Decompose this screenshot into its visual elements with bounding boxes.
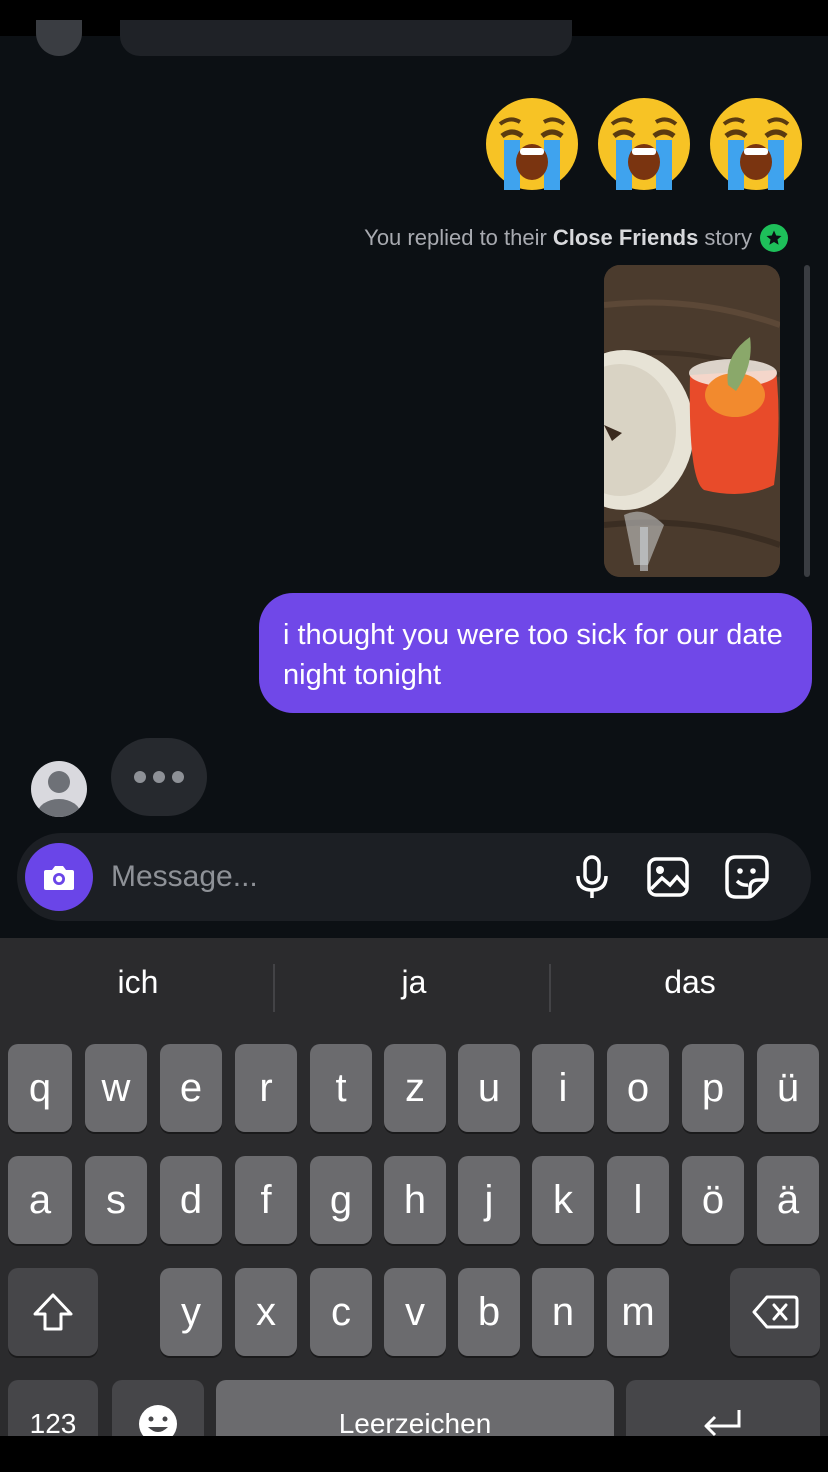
- message-composer: [17, 833, 811, 921]
- sticker-icon[interactable]: [723, 853, 771, 901]
- backspace-icon: [752, 1295, 799, 1329]
- microphone-icon[interactable]: [568, 853, 616, 901]
- key-u-umlaut[interactable]: ü: [757, 1044, 819, 1132]
- shift-key[interactable]: [8, 1268, 98, 1356]
- key-r[interactable]: r: [235, 1044, 297, 1132]
- key-l[interactable]: l: [607, 1156, 669, 1244]
- key-x[interactable]: x: [235, 1268, 297, 1356]
- story-reply-note: You replied to their Close Friends story: [364, 224, 788, 252]
- suggestion-3[interactable]: das: [552, 964, 828, 1001]
- suggestion-divider: [549, 964, 551, 1012]
- key-k[interactable]: k: [532, 1156, 594, 1244]
- key-j[interactable]: j: [458, 1156, 520, 1244]
- emoji-message[interactable]: [484, 96, 804, 192]
- suggestion-divider: [273, 964, 275, 1012]
- suggestion-bar: ich ja das: [0, 938, 828, 1038]
- typing-indicator: [111, 738, 207, 816]
- key-p[interactable]: p: [682, 1044, 744, 1132]
- loudly-crying-face-icon: [708, 96, 804, 192]
- close-friends-star-icon: [760, 224, 788, 252]
- key-i[interactable]: i: [532, 1044, 594, 1132]
- key-a[interactable]: a: [8, 1156, 72, 1244]
- typing-dot: [172, 771, 184, 783]
- key-g[interactable]: g: [310, 1156, 372, 1244]
- key-h[interactable]: h: [384, 1156, 446, 1244]
- key-a-umlaut[interactable]: ä: [757, 1156, 819, 1244]
- onscreen-keyboard: ich ja das q w e r t z u i o p ü a s d f…: [0, 938, 828, 1468]
- camera-icon: [44, 866, 74, 890]
- previous-avatar: [36, 20, 82, 56]
- key-o-umlaut[interactable]: ö: [682, 1156, 744, 1244]
- key-y[interactable]: y: [160, 1268, 222, 1356]
- key-c[interactable]: c: [310, 1268, 372, 1356]
- reply-note-suffix: story: [704, 225, 752, 250]
- gallery-icon[interactable]: [644, 853, 692, 901]
- reply-note-prefix: You replied to their: [364, 225, 547, 250]
- scrollbar[interactable]: [804, 265, 810, 577]
- contact-avatar[interactable]: [31, 761, 87, 817]
- loudly-crying-face-icon: [484, 96, 580, 192]
- key-f[interactable]: f: [235, 1156, 297, 1244]
- story-thumbnail[interactable]: [604, 265, 780, 577]
- key-s[interactable]: s: [85, 1156, 147, 1244]
- key-z[interactable]: z: [384, 1044, 446, 1132]
- key-n[interactable]: n: [532, 1268, 594, 1356]
- typing-dot: [153, 771, 165, 783]
- key-m[interactable]: m: [607, 1268, 669, 1356]
- reply-note-highlight: Close Friends: [552, 225, 699, 250]
- key-u[interactable]: u: [458, 1044, 520, 1132]
- key-o[interactable]: o: [607, 1044, 669, 1132]
- key-q[interactable]: q: [8, 1044, 72, 1132]
- outgoing-message-bubble[interactable]: i thought you were too sick for our date…: [259, 593, 812, 713]
- typing-dot: [134, 771, 146, 783]
- key-v[interactable]: v: [384, 1268, 446, 1356]
- key-w[interactable]: w: [85, 1044, 147, 1132]
- camera-button[interactable]: [25, 843, 93, 911]
- bottom-letterbox: [0, 1436, 828, 1472]
- suggestion-1[interactable]: ich: [0, 964, 276, 1001]
- key-e[interactable]: e: [160, 1044, 222, 1132]
- key-t[interactable]: t: [310, 1044, 372, 1132]
- previous-message-bubble: [120, 20, 572, 56]
- key-b[interactable]: b: [458, 1268, 520, 1356]
- key-d[interactable]: d: [160, 1156, 222, 1244]
- shift-icon: [33, 1293, 73, 1331]
- suggestion-2[interactable]: ja: [276, 964, 552, 1001]
- message-input[interactable]: [111, 855, 541, 899]
- backspace-key[interactable]: [730, 1268, 820, 1356]
- chat-thread: You replied to their Close Friends story…: [0, 0, 828, 938]
- loudly-crying-face-icon: [596, 96, 692, 192]
